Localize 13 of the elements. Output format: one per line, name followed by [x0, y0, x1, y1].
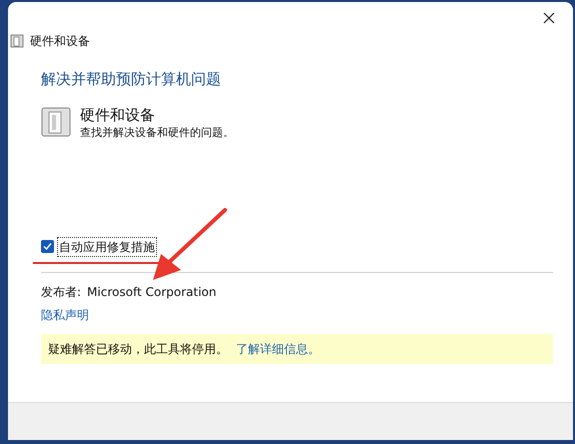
checkbox-label[interactable]: 自动应用修复措施	[57, 236, 157, 256]
checkbox[interactable]	[41, 240, 54, 253]
page-heading: 解决并帮助预防计算机问题	[41, 69, 222, 90]
close-icon	[543, 12, 555, 24]
privacy-link[interactable]: 隐私声明	[41, 306, 89, 324]
learn-more-link[interactable]: 了解详细信息。	[236, 340, 320, 358]
window-title: 硬件和设备	[30, 33, 90, 50]
publisher-label: 发布者:	[41, 284, 82, 300]
troubleshooter-description: 查找并解决设备和硬件的问题。	[80, 124, 234, 140]
troubleshooter-title: 硬件和设备	[80, 104, 156, 124]
device-icon	[41, 106, 71, 136]
publisher-value: Microsoft Corporation	[87, 284, 216, 300]
notice-text: 疑难解答已移动，此工具将停用。	[48, 340, 228, 358]
